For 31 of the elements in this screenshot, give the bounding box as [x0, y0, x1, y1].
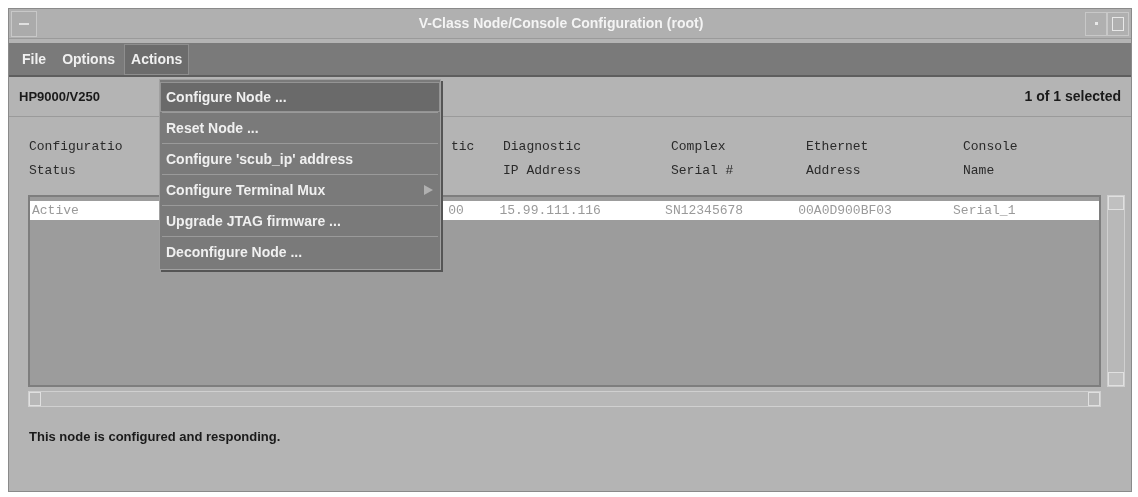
menu-item[interactable]: Configure Node ... — [160, 82, 440, 112]
menu-item[interactable]: Reset Node ... — [160, 113, 440, 143]
column-header[interactable]: Ethernet Address — [806, 135, 869, 183]
table-cell-text: SN12345678 — [665, 201, 744, 220]
column-header[interactable]: Configuratio Status — [29, 135, 123, 183]
menu-item[interactable]: Options — [55, 43, 122, 75]
column-header[interactable]: Console Name — [963, 135, 1018, 183]
menu-item[interactable]: Deconfigure Node ... — [160, 237, 440, 267]
menu-item[interactable]: Configure 'scub_ip' address — [160, 144, 440, 174]
minimize-button[interactable] — [1085, 11, 1107, 36]
selection-count: 1 of 1 selected — [1024, 87, 1121, 106]
table-cell-text: 00A0D900BF03 — [798, 201, 892, 220]
menu-item[interactable]: Upgrade JTAG firmware ... — [160, 206, 440, 236]
horizontal-scrollbar[interactable] — [28, 391, 1101, 407]
column-header[interactable]: Diagnostic IP Address — [503, 135, 581, 183]
vertical-scrollbar[interactable] — [1107, 195, 1125, 387]
table-cell-text: Active — [32, 201, 79, 220]
window-title: V-Class Node/Console Configuration (root) — [417, 14, 705, 33]
node-label: HP9000/V250 — [19, 87, 100, 106]
menu-item[interactable]: Configure Terminal Mux — [160, 175, 440, 205]
window-menu-button[interactable] — [11, 10, 37, 37]
column-header[interactable]: Complex Serial # — [671, 135, 734, 183]
table-cell-text: 00 — [448, 201, 464, 220]
status-message: This node is configured and responding. — [29, 428, 282, 446]
column-header[interactable]: tic — [451, 135, 475, 159]
table-cell-text: 15.99.111.116 — [499, 201, 601, 220]
maximize-button[interactable] — [1107, 11, 1129, 36]
menu-item[interactable]: Actions — [124, 43, 190, 75]
table-cell-text: Serial_1 — [953, 201, 1016, 220]
submenu-arrow-icon — [422, 184, 434, 196]
menu-item[interactable]: File — [15, 43, 54, 75]
